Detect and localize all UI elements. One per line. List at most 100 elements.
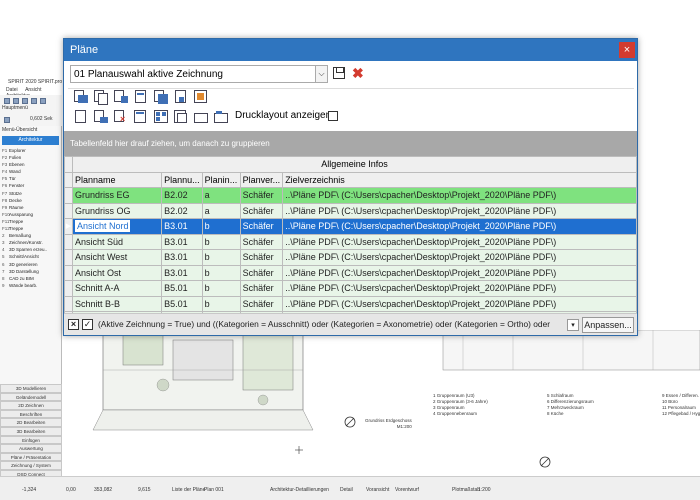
sidebar-item[interactable]: 3 Zeichnen/Konstr. bbox=[0, 239, 61, 246]
row-selector[interactable] bbox=[64, 295, 73, 312]
table-row[interactable]: Ansicht Ost B3.01 b Schäfer ..\Pläne PDF\ (C… bbox=[64, 264, 637, 281]
table-cell[interactable]: Ansicht West bbox=[71, 249, 163, 266]
table-row[interactable]: Schnitt B-B B5.01 b Schäfer ..\Pläne PDF\ (C… bbox=[64, 295, 637, 312]
clear-filter-button[interactable]: × bbox=[68, 319, 79, 330]
filter-enabled-checkbox[interactable]: ✓ bbox=[82, 319, 93, 330]
status-preview[interactable]: Voransicht bbox=[366, 487, 389, 493]
filter-dropdown-icon[interactable]: ▾ bbox=[567, 319, 579, 331]
sidebar-item[interactable]: 5 Schnitt/Ansicht bbox=[0, 253, 61, 260]
row-selector[interactable] bbox=[64, 202, 73, 219]
table-cell[interactable]: Schäfer bbox=[239, 218, 284, 235]
sidebar-item[interactable]: F4 Wand bbox=[0, 168, 61, 175]
table-cell[interactable]: a bbox=[201, 202, 241, 219]
table-cell[interactable]: B3.01 bbox=[161, 233, 203, 250]
table-cell[interactable]: b bbox=[201, 218, 241, 235]
status-detail-set[interactable]: Architektur-Detaillierungen bbox=[270, 487, 329, 493]
row-selector[interactable] bbox=[64, 187, 73, 204]
table-cell[interactable]: b bbox=[201, 249, 241, 266]
sidebar-item[interactable]: 2 Bemaßung bbox=[0, 232, 61, 239]
table-cell[interactable]: ..\Pläne PDF\ (C:\Users\cpacher\Desktop\… bbox=[282, 202, 637, 219]
delete-layout-icon[interactable]: ✖ bbox=[352, 65, 366, 81]
table-cell[interactable]: ..\Pläne PDF\ (C:\Users\cpacher\Desktop\… bbox=[282, 264, 637, 281]
column-header-plannummer[interactable]: Plannu... bbox=[161, 171, 203, 188]
table-cell[interactable]: Schäfer bbox=[239, 280, 284, 297]
copy-plan-icon[interactable] bbox=[93, 89, 109, 105]
table-row[interactable]: Grundriss EG B2.02 a Schäfer ..\Pläne PDF\ (… bbox=[64, 187, 637, 204]
plan-print-icon[interactable] bbox=[153, 89, 169, 105]
table-cell[interactable]: Schäfer bbox=[239, 187, 284, 204]
add-sheet-icon[interactable] bbox=[93, 109, 109, 125]
sidebar-item[interactable]: F5 Tür bbox=[0, 175, 61, 182]
plan-layout-icon[interactable] bbox=[193, 89, 209, 105]
group-by-panel[interactable]: Tabellenfeld hier drauf ziehen, um danac… bbox=[64, 131, 637, 157]
column-header-planindex[interactable]: Planin... bbox=[201, 171, 241, 188]
table-cell[interactable]: Schäfer bbox=[239, 249, 284, 266]
sheet-folder-icon[interactable] bbox=[193, 109, 209, 125]
module-button[interactable]: Auswertung bbox=[0, 444, 62, 453]
table-cell[interactable]: Schnitt A-A bbox=[71, 280, 163, 297]
module-button[interactable]: Beschriften bbox=[0, 409, 62, 419]
module-button[interactable]: 2D Zeichnen bbox=[0, 401, 62, 410]
row-selector[interactable] bbox=[64, 233, 73, 250]
table-cell[interactable]: Ansicht Süd bbox=[71, 233, 163, 250]
module-button[interactable]: 3D Bearbeiten bbox=[0, 426, 62, 436]
column-header-planverfasser[interactable]: Planver... bbox=[239, 171, 284, 188]
sidebar-item[interactable]: 7 3D Darstellung bbox=[0, 268, 61, 275]
dialog-titlebar[interactable]: Pläne × bbox=[64, 39, 637, 61]
table-cell[interactable]: Schäfer bbox=[239, 264, 284, 281]
table-cell[interactable]: B5.01 bbox=[161, 295, 203, 312]
status-planlist[interactable]: Liste der Pläne bbox=[172, 487, 205, 493]
print-icon[interactable] bbox=[31, 98, 37, 104]
sidebar-item[interactable]: 6 3D generieren bbox=[0, 261, 61, 268]
sidebar-item[interactable]: F9 Räume bbox=[0, 204, 61, 211]
customize-filter-button[interactable]: Anpassen... bbox=[582, 317, 634, 333]
save-layout-icon[interactable] bbox=[333, 67, 345, 79]
drucklayout-checkbox[interactable] bbox=[328, 111, 338, 121]
table-cell[interactable]: b bbox=[201, 280, 241, 297]
sheet-open-folder-icon[interactable] bbox=[213, 109, 229, 125]
module-button[interactable]: Pläne / Präsentation bbox=[0, 452, 62, 462]
row-selector[interactable]: ▶ bbox=[64, 218, 73, 235]
table-cell[interactable]: b bbox=[201, 264, 241, 281]
filter-expression[interactable]: (Aktive Zeichnung = True) und ((Kategori… bbox=[98, 319, 550, 329]
sidebar-item[interactable]: F3 Ebenen bbox=[0, 161, 61, 168]
column-header-zielverzeichnis[interactable]: Zielverzeichnis bbox=[282, 171, 637, 188]
save-icon[interactable] bbox=[22, 98, 28, 104]
sidebar-item[interactable]: F7 Stütze bbox=[0, 190, 61, 197]
table-cell[interactable]: Grundriss EG bbox=[71, 187, 163, 204]
table-cell[interactable]: ..\Pläne PDF\ (C:\Users\cpacher\Desktop\… bbox=[282, 187, 637, 204]
table-cell[interactable]: ..\Pläne PDF\ (C:\Users\cpacher\Desktop\… bbox=[282, 249, 637, 266]
undo-icon[interactable] bbox=[40, 98, 46, 104]
plan-export-icon[interactable] bbox=[133, 89, 149, 105]
status-detail[interactable]: Detail bbox=[340, 487, 353, 493]
table-cell[interactable]: ..\Pläne PDF\ (C:\Users\cpacher\Desktop\… bbox=[282, 218, 637, 235]
table-cell[interactable]: B2.02 bbox=[161, 187, 203, 204]
table-cell[interactable]: B3.01 bbox=[161, 264, 203, 281]
row-selector[interactable] bbox=[64, 264, 73, 281]
sidebar-item[interactable]: F1 Explorer bbox=[0, 147, 61, 154]
row-selector[interactable] bbox=[64, 249, 73, 266]
column-header-planname[interactable]: Planname bbox=[71, 171, 163, 188]
sheet-settings-icon[interactable] bbox=[133, 109, 149, 125]
table-cell[interactable]: B3.01 bbox=[161, 249, 203, 266]
table-cell[interactable]: b bbox=[201, 295, 241, 312]
table-cell[interactable]: Grundriss OG bbox=[71, 202, 163, 219]
module-button[interactable]: 3D Modellieren bbox=[0, 384, 62, 393]
sidebar-item[interactable]: F6 Fenster bbox=[0, 182, 61, 189]
table-cell[interactable]: Schnitt B-B bbox=[71, 295, 163, 312]
new-icon[interactable] bbox=[4, 98, 10, 104]
table-row[interactable]: Grundriss OG B2.02 a Schäfer ..\Pläne PDF\ (… bbox=[64, 202, 637, 219]
delete-sheet-icon[interactable]: × bbox=[113, 109, 129, 125]
module-button[interactable]: Zeichnung / System bbox=[0, 461, 62, 470]
table-row[interactable]: ▶ Ansicht Nord B3.01 b Schäfer ..\Pläne PDF\ … bbox=[64, 218, 637, 235]
chevron-down-icon[interactable]: ⌵ bbox=[315, 66, 327, 82]
module-button[interactable]: Geländemodell bbox=[0, 392, 62, 402]
status-plot-scale[interactable]: 1:200 bbox=[478, 487, 491, 493]
sidebar-item[interactable]: 8 CAD zu BIM bbox=[0, 275, 61, 282]
table-cell[interactable]: ..\Pläne PDF\ (C:\Users\cpacher\Desktop\… bbox=[282, 280, 637, 297]
table-row[interactable]: Ansicht Süd B3.01 b Schäfer ..\Pläne PDF\ (C… bbox=[64, 233, 637, 250]
sheet-grid-icon[interactable] bbox=[153, 109, 169, 125]
sidebar-item[interactable]: 9 Wände bearb. bbox=[0, 282, 61, 289]
table-cell[interactable]: B2.02 bbox=[161, 202, 203, 219]
cell-editor[interactable]: Ansicht Nord bbox=[74, 220, 131, 233]
